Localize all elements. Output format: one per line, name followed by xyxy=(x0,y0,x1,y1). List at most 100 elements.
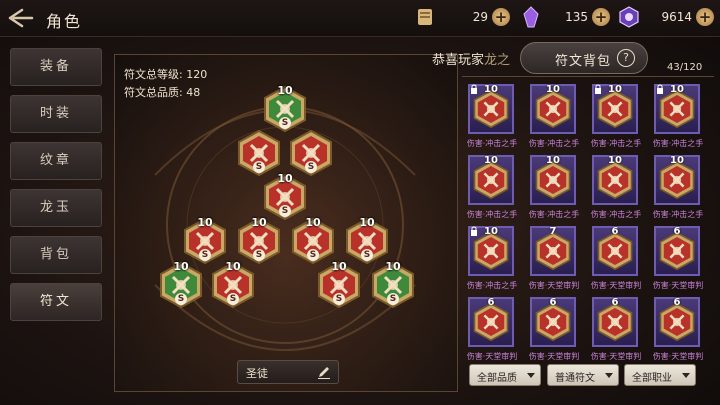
tab-rune-bag-label: 符文背包 xyxy=(555,54,612,69)
sidebar-item-rune[interactable]: 符文 xyxy=(10,283,102,321)
rune-crest-icon xyxy=(597,90,633,128)
top-bar: 角色 29 + 135 + 9614 + xyxy=(0,0,720,37)
bag-count: 43/120 xyxy=(667,62,703,73)
add-gem-button[interactable]: + xyxy=(696,8,714,26)
rune-level: 10 xyxy=(546,84,560,95)
rune-bag-item[interactable]: 10 伤害·冲击之手 xyxy=(464,224,520,294)
rune-crest-icon xyxy=(535,232,571,270)
rune-slot[interactable]: 10 S xyxy=(344,216,390,264)
rune-level: 7 xyxy=(549,226,557,237)
rune-crest-icon xyxy=(659,90,695,128)
rune-slot[interactable]: 10 S xyxy=(370,260,416,308)
back-button[interactable] xyxy=(6,6,34,30)
sidebar-item-emblem[interactable]: 纹章 xyxy=(10,142,102,180)
class-filter-dropdown[interactable]: 全部职业 xyxy=(624,364,696,386)
rune-level: 10 xyxy=(305,216,321,229)
sidebar-item-fashion[interactable]: 时装 xyxy=(10,95,102,133)
rune-level: 10 xyxy=(225,260,241,273)
sidebar-item-bag[interactable]: 背包 xyxy=(10,236,102,274)
rune-level: 10 xyxy=(331,260,347,273)
rune-bag-item[interactable]: 10 伤害·冲击之手 xyxy=(588,82,644,152)
rune-grade: S xyxy=(333,293,345,305)
rune-slot[interactable]: 10 S xyxy=(262,84,308,132)
rune-bag-item[interactable]: 10 伤害·冲击之手 xyxy=(464,82,520,152)
rune-name: 伤害·冲击之手 xyxy=(590,210,642,219)
rune-name: 伤害·冲击之手 xyxy=(466,210,518,219)
rune-crest-icon xyxy=(535,90,571,128)
total-level-label: 符文总等级: 120 xyxy=(124,68,208,81)
rune-slot[interactable]: S xyxy=(236,130,282,176)
resource-value: 135 xyxy=(565,10,588,24)
rune-bag-item[interactable]: 7 伤害·天堂审判 xyxy=(526,224,582,294)
rune-name: 伤害·天堂审判 xyxy=(590,352,642,361)
crystal-icon xyxy=(523,6,539,28)
rune-slot[interactable]: 10 S xyxy=(182,216,228,264)
loadout-name: 圣徒 xyxy=(246,367,268,380)
quality-filter-dropdown[interactable]: 全部品质 xyxy=(469,364,541,386)
player-broadcast-faded: 龙之 xyxy=(484,53,511,68)
rune-slot[interactable]: 10 S xyxy=(290,216,336,264)
rune-level: 10 xyxy=(277,84,293,97)
rune-grade: S xyxy=(279,117,291,129)
rune-name: 伤害·天堂审判 xyxy=(466,352,518,361)
rune-crest-icon xyxy=(535,161,571,199)
back-arrow-icon xyxy=(8,8,34,28)
loadout-name-field[interactable]: 圣徒 xyxy=(237,360,339,384)
rune-crest-icon xyxy=(659,232,695,270)
sidebar-item-dragon-jade[interactable]: 龙玉 xyxy=(10,189,102,227)
add-scroll-button[interactable]: + xyxy=(492,8,510,26)
rune-level: 10 xyxy=(670,84,684,95)
rune-slot[interactable]: S xyxy=(288,130,334,176)
rune-name: 伤害·冲击之手 xyxy=(466,281,518,290)
help-icon[interactable]: ? xyxy=(617,49,635,67)
rune-bag-item[interactable]: 10 伤害·冲击之手 xyxy=(464,153,520,223)
rune-bag-item[interactable]: 10 伤害·冲击之手 xyxy=(526,153,582,223)
rune-level: 10 xyxy=(251,216,267,229)
resource-value: 29 xyxy=(472,10,488,24)
rune-bag-item[interactable]: 6 伤害·天堂审判 xyxy=(650,295,706,365)
gem-icon xyxy=(619,6,639,28)
rune-bag-item[interactable]: 10 伤害·冲击之手 xyxy=(526,82,582,152)
rune-bag-item[interactable]: 6 伤害·天堂审判 xyxy=(588,224,644,294)
rune-level: 10 xyxy=(197,216,213,229)
rune-bag-grid: 10 伤害·冲击之手 10 伤害·冲击之手 10 伤害·冲击之手 10 伤害·冲击之手 10 伤害… xyxy=(462,76,714,361)
rune-type-filter-dropdown[interactable]: 普通符文 xyxy=(547,364,619,386)
pencil-icon[interactable] xyxy=(316,364,332,380)
rune-name: 伤害·冲击之手 xyxy=(590,139,642,148)
class-filter-label: 全部职业 xyxy=(632,373,672,384)
rune-grade: S xyxy=(175,293,187,305)
rune-level: 6 xyxy=(611,226,619,237)
rune-name: 伤害·天堂审判 xyxy=(652,352,704,361)
rune-bag-item[interactable]: 10 伤害·冲击之手 xyxy=(650,153,706,223)
add-crystal-button[interactable]: + xyxy=(592,8,610,26)
resource-gem: 9614 + xyxy=(618,6,714,28)
resource-scroll: 29 + xyxy=(414,8,510,28)
rune-crest-icon xyxy=(473,232,509,270)
rune-slot[interactable]: 10 S xyxy=(210,260,256,308)
rune-crest-icon xyxy=(473,90,509,128)
sidebar-item-equipment[interactable]: 装备 xyxy=(10,48,102,86)
rune-bag-item[interactable]: 6 伤害·天堂审判 xyxy=(650,224,706,294)
rune-bag-item[interactable]: 6 伤害·天堂审判 xyxy=(526,295,582,365)
rune-name: 伤害·冲击之手 xyxy=(652,210,704,219)
rune-grade: S xyxy=(387,293,399,305)
rune-slot[interactable]: 10 S xyxy=(262,172,308,220)
rune-crest-icon xyxy=(659,161,695,199)
chevron-down-icon xyxy=(527,373,535,378)
rune-slot[interactable]: 10 S xyxy=(158,260,204,308)
rune-bag-item[interactable]: 10 伤害·冲击之手 xyxy=(650,82,706,152)
rune-level: 6 xyxy=(673,226,681,237)
rune-level: 10 xyxy=(484,155,498,166)
rune-slot[interactable]: 10 S xyxy=(236,216,282,264)
rune-bag-item[interactable]: 10 伤害·冲击之手 xyxy=(588,153,644,223)
rune-crest-icon xyxy=(473,303,509,341)
rune-bag-item[interactable]: 6 伤害·天堂审判 xyxy=(588,295,644,365)
tab-rune-bag[interactable]: 符文背包 ? xyxy=(520,42,648,74)
rune-slot[interactable]: 10 S xyxy=(316,260,362,308)
rune-bag-item[interactable]: 6 伤害·天堂审判 xyxy=(464,295,520,365)
player-broadcast-text: 恭喜玩家 xyxy=(432,53,485,68)
rune-name: 伤害·天堂审判 xyxy=(590,281,642,290)
rune-level: 10 xyxy=(359,216,375,229)
rune-crest-icon xyxy=(597,303,633,341)
rune-level: 6 xyxy=(487,297,495,308)
